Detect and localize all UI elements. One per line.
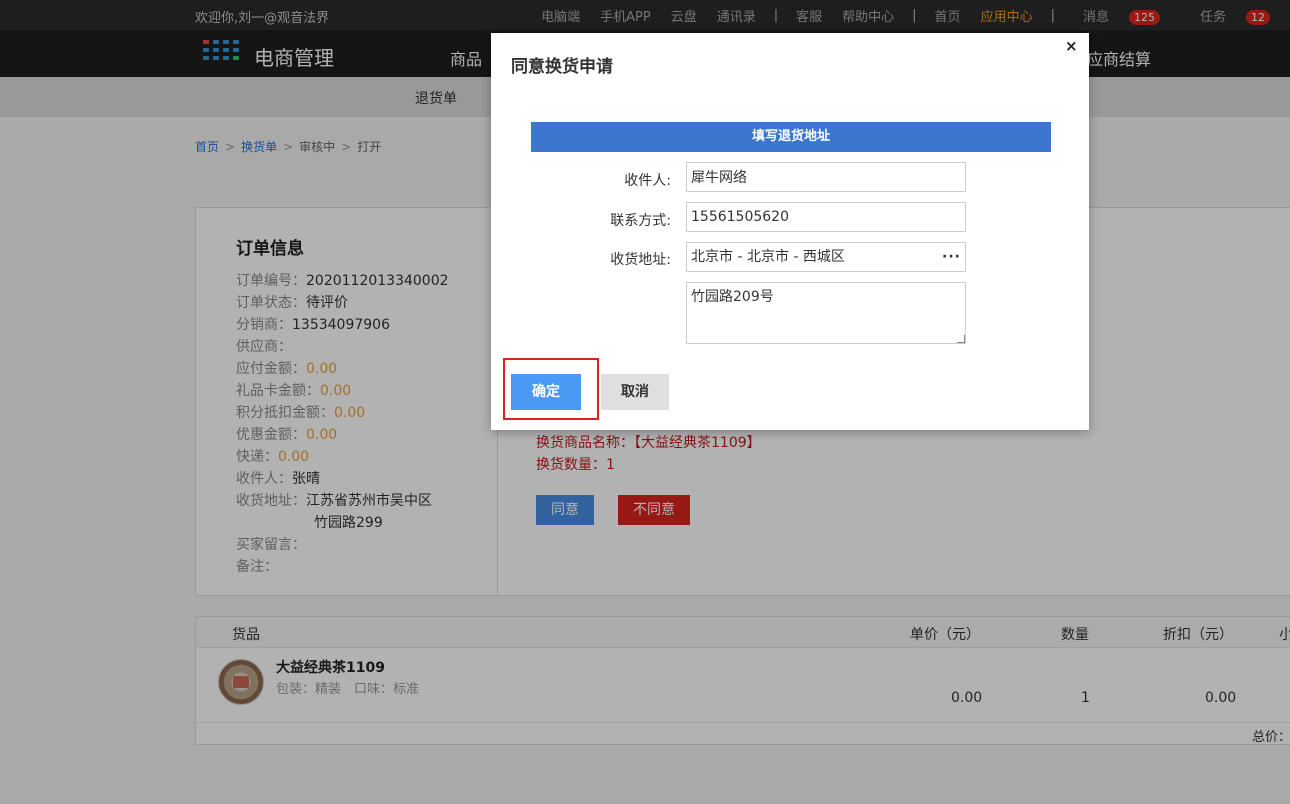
detail-address-textarea[interactable]	[686, 282, 966, 344]
region-select[interactable]: 北京市 - 北京市 - 西城区 ···	[686, 242, 966, 272]
highlight-box	[503, 358, 599, 420]
receiver-input[interactable]	[686, 162, 966, 192]
dialog-title: 同意换货申请	[511, 57, 613, 77]
address-label: 收货地址:	[610, 252, 671, 268]
more-icon[interactable]: ···	[942, 243, 961, 271]
receiver-label: 收件人:	[624, 173, 671, 189]
cancel-button[interactable]: 取消	[601, 374, 669, 410]
approve-exchange-dialog: 同意换货申请 × 填写退货地址 收件人: 联系方式: 收货地址: 北京市 - 北…	[491, 33, 1089, 430]
return-address-header: 填写退货地址	[531, 122, 1051, 152]
region-value: 北京市 - 北京市 - 西城区	[691, 249, 845, 265]
contact-label: 联系方式:	[610, 213, 671, 229]
close-icon[interactable]: ×	[1065, 37, 1078, 55]
contact-input[interactable]	[686, 202, 966, 232]
resize-handle-icon[interactable]	[957, 335, 965, 343]
